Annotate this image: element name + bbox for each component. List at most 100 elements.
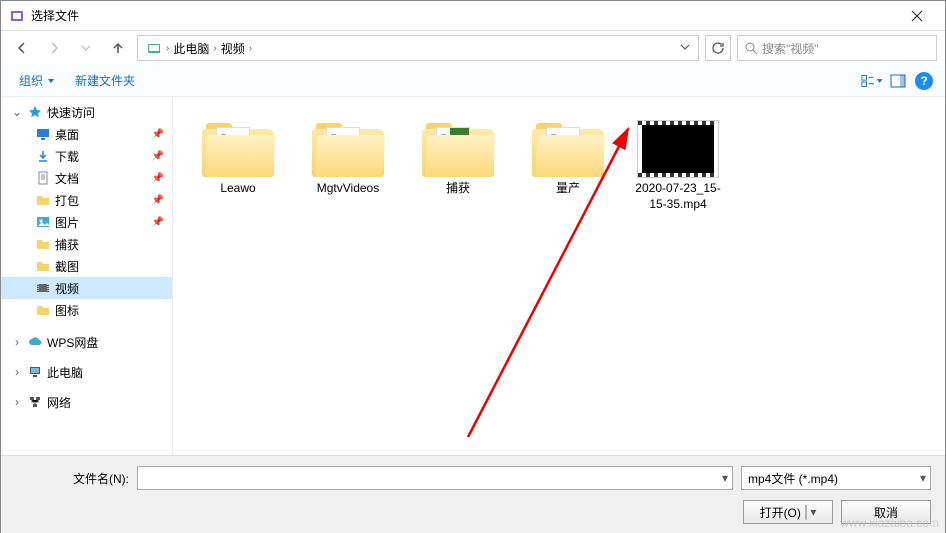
sidebar: ⌄ 快速访问 桌面 📌 下载 📌 文档 📌 打包 📌 图片 📌 捕获 截图 视频 图标 ›… [1, 97, 173, 455]
chevron-down-icon [81, 43, 91, 53]
view-icon [861, 74, 876, 88]
close-button[interactable] [897, 2, 937, 30]
chevron-down-icon [680, 42, 690, 52]
video-item[interactable]: 2020-07-23_15-15-35.mp4 [623, 115, 733, 218]
breadcrumb-0[interactable]: 此电脑 [169, 40, 213, 57]
organize-button[interactable]: 组织 [11, 68, 63, 93]
desktop-icon [35, 126, 51, 142]
view-options-button[interactable] [861, 70, 883, 92]
filename-input[interactable]: ▾ [137, 466, 733, 490]
item-label: 2020-07-23_15-15-35.mp4 [629, 181, 727, 212]
content-pane[interactable]: Leawo MgtvVideos 捕获 量产 2020-07-23_15-15-… [173, 97, 945, 455]
sidebar-item-label: 捕获 [55, 236, 79, 253]
pin-icon: 📌 [152, 173, 164, 184]
filetype-select[interactable]: mp4文件 (*.mp4)▾ [741, 466, 931, 490]
breadcrumb-1[interactable]: 视频 [217, 40, 249, 57]
item-grid: Leawo MgtvVideos 捕获 量产 2020-07-23_15-15-… [183, 115, 935, 218]
refresh-button[interactable] [705, 35, 731, 61]
forward-button[interactable] [41, 35, 67, 61]
folder-item[interactable]: Leawo [183, 115, 293, 218]
download-icon [35, 148, 51, 164]
arrow-left-icon [14, 40, 30, 56]
folder-icon [35, 302, 51, 318]
folder-icon [202, 121, 274, 177]
picture-icon [35, 214, 51, 230]
pin-icon: 📌 [152, 151, 164, 162]
sidebar-item-desktop[interactable]: 桌面 📌 [1, 123, 172, 145]
title-bar: 选择文件 [1, 1, 945, 31]
chevron-down-icon: ▾ [722, 471, 728, 485]
preview-pane-button[interactable] [887, 70, 909, 92]
pin-icon: 📌 [152, 129, 164, 140]
watermark: www.xiazaiba.com [840, 517, 939, 530]
sidebar-item-label: 桌面 [55, 126, 79, 143]
sidebar-quick-access[interactable]: ⌄ 快速访问 [1, 101, 172, 123]
path-dropdown[interactable] [676, 41, 694, 55]
app-icon [9, 8, 25, 24]
open-button[interactable]: 打开(O)│▾ [743, 500, 833, 524]
sidebar-item-label: 图标 [55, 302, 79, 319]
expand-icon: ⌄ [11, 105, 23, 119]
chevron-down-icon: ▾ [920, 471, 926, 485]
sidebar-item-label: 截图 [55, 258, 79, 275]
folder-icon [35, 192, 51, 208]
pin-icon: 📌 [152, 217, 164, 228]
sidebar-label: WPS网盘 [47, 334, 98, 351]
expand-icon: › [11, 365, 23, 379]
sidebar-item-package[interactable]: 打包 📌 [1, 189, 172, 211]
pin-icon: 📌 [152, 195, 164, 206]
sidebar-wps[interactable]: › WPS网盘 [1, 331, 172, 353]
folder-item[interactable]: 量产 [513, 115, 623, 218]
arrow-up-icon [110, 40, 126, 56]
up-button[interactable] [105, 35, 131, 61]
sidebar-item-pictures[interactable]: 图片 📌 [1, 211, 172, 233]
folder-icon [312, 121, 384, 177]
sidebar-label: 网络 [47, 394, 71, 411]
split-arrow-icon: │▾ [803, 505, 817, 519]
refresh-icon [711, 41, 725, 55]
folder-icon [35, 258, 51, 274]
help-button[interactable]: ? [913, 70, 935, 92]
sidebar-item-screenshot[interactable]: 截图 [1, 255, 172, 277]
path-root-icon [142, 40, 166, 56]
star-icon [27, 104, 43, 120]
item-label: MgtvVideos [317, 181, 379, 197]
video-thumbnail [638, 121, 718, 177]
arrow-right-icon [46, 40, 62, 56]
sidebar-item-icons[interactable]: 图标 [1, 299, 172, 321]
address-bar[interactable]: › 此电脑 › 视频 › [137, 35, 699, 61]
sidebar-item-videos[interactable]: 视频 [1, 277, 172, 299]
search-input[interactable]: 搜索"视频" [737, 35, 937, 61]
main-area: ⌄ 快速访问 桌面 📌 下载 📌 文档 📌 打包 📌 图片 📌 捕获 截图 视频 图标 ›… [1, 97, 945, 455]
expand-icon: › [11, 335, 23, 349]
back-button[interactable] [9, 35, 35, 61]
sidebar-item-label: 文档 [55, 170, 79, 187]
recent-dropdown[interactable] [73, 35, 99, 61]
preview-icon [890, 74, 906, 88]
sidebar-network[interactable]: ›网络 [1, 391, 172, 413]
search-placeholder: 搜索"视频" [762, 40, 819, 57]
sidebar-item-downloads[interactable]: 下载 📌 [1, 145, 172, 167]
new-folder-button[interactable]: 新建文件夹 [67, 68, 143, 93]
sidebar-this-pc[interactable]: ›此电脑 [1, 361, 172, 383]
sidebar-item-documents[interactable]: 文档 📌 [1, 167, 172, 189]
item-label: 捕获 [446, 181, 470, 197]
chevron-down-icon [47, 77, 55, 85]
help-icon: ? [915, 72, 933, 90]
sidebar-item-label: 打包 [55, 192, 79, 209]
path-sep: › [249, 43, 252, 54]
folder-item[interactable]: 捕获 [403, 115, 513, 218]
toolbar: 组织 新建文件夹 ? [1, 65, 945, 97]
sidebar-item-label: 图片 [55, 214, 79, 231]
item-label: Leawo [220, 181, 255, 197]
button-row: 打开(O)│▾ 取消 [15, 500, 931, 524]
sidebar-item-capture[interactable]: 捕获 [1, 233, 172, 255]
chevron-down-icon [876, 77, 883, 85]
doc-icon [35, 170, 51, 186]
window-title: 选择文件 [31, 7, 897, 24]
bottom-bar: 文件名(N): ▾ mp4文件 (*.mp4)▾ 打开(O)│▾ 取消 [1, 455, 945, 533]
sidebar-item-label: 下载 [55, 148, 79, 165]
folder-item[interactable]: MgtvVideos [293, 115, 403, 218]
folder-icon [532, 121, 604, 177]
folder-icon [35, 236, 51, 252]
